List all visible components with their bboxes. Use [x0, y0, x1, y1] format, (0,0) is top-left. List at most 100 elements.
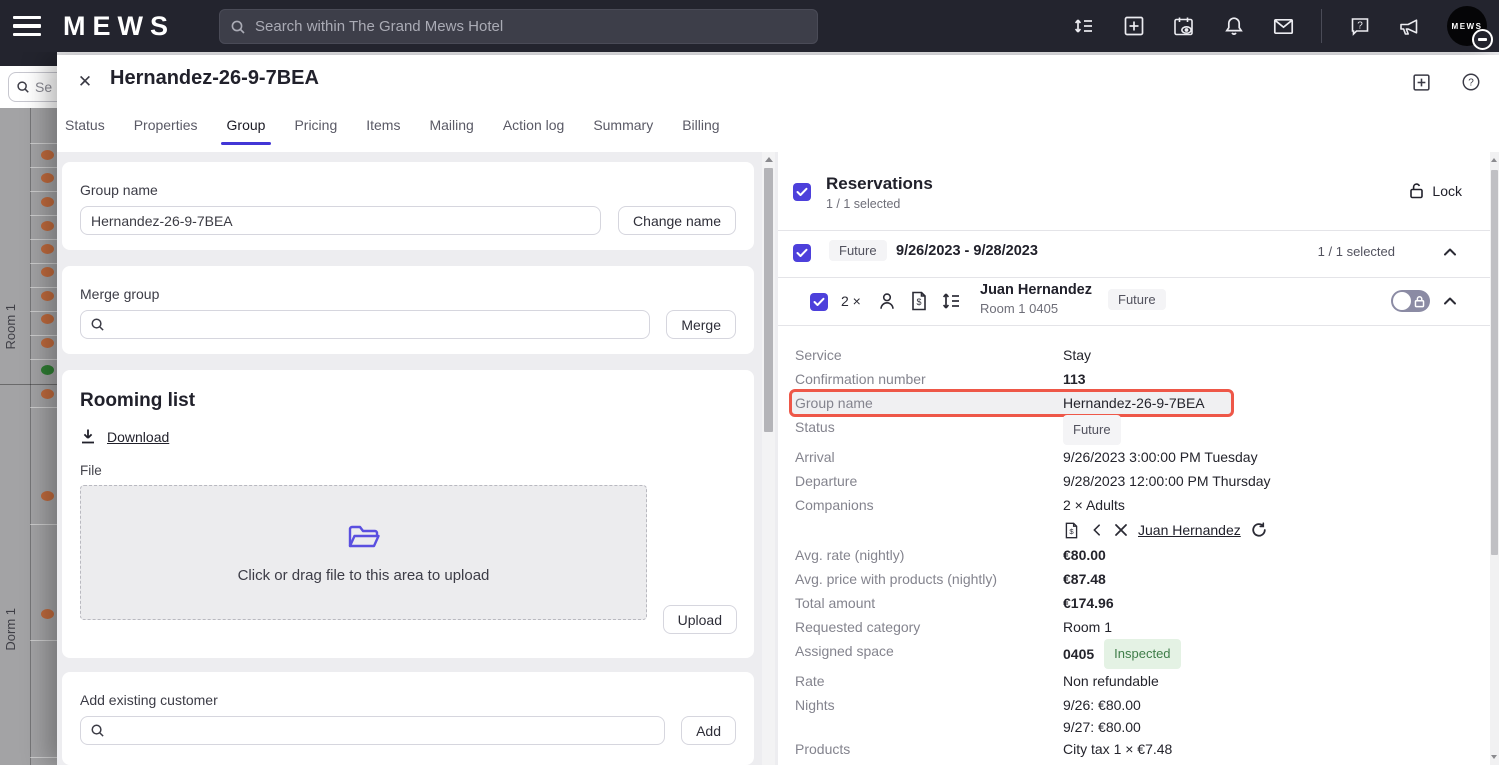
scroll-down-arrow[interactable] — [1491, 755, 1497, 759]
scrollbar-thumb[interactable] — [1491, 170, 1498, 555]
download-link[interactable]: Download — [80, 428, 169, 445]
tab-billing[interactable]: Billing — [682, 117, 719, 145]
group-row-checkbox[interactable] — [793, 244, 811, 262]
guest-name[interactable]: Juan Hernandez — [980, 282, 1092, 298]
file-dropzone[interactable]: Click or drag file to this area to uploa… — [80, 485, 647, 620]
companion-link[interactable]: Juan Hernandez — [1138, 518, 1241, 542]
rate-sort-icon[interactable] — [940, 290, 962, 317]
merge-group-label: Merge group — [80, 286, 736, 302]
detail-value: 9/26/2023 3:00:00 PM Tuesday — [1063, 445, 1258, 469]
product-line: City tax 1 × €7.48 — [1063, 737, 1172, 761]
reservation-dot[interactable] — [41, 197, 54, 207]
companion-count: 2 × — [841, 293, 861, 309]
detail-label: Status — [795, 415, 1063, 439]
reservations-selected-count: 1 / 1 selected — [826, 197, 900, 211]
tab-status[interactable]: Status — [65, 117, 105, 145]
detail-value: €80.00 — [1063, 543, 1106, 567]
left-column-scrollbar[interactable] — [762, 152, 775, 765]
reservation-checkbox[interactable] — [810, 293, 828, 311]
chevron-up-icon[interactable] — [1442, 293, 1458, 314]
reservation-dot[interactable] — [41, 338, 54, 348]
menu-icon[interactable] — [13, 16, 41, 36]
check-icon — [813, 297, 825, 307]
detail-label: Rate — [795, 669, 1063, 693]
reservation-dot[interactable] — [41, 150, 54, 160]
tab-items[interactable]: Items — [366, 117, 400, 145]
detail-label: Service — [795, 343, 1063, 367]
person-icon[interactable] — [876, 290, 898, 317]
detail-value: Hernandez-26-9-7BEA — [1063, 391, 1205, 415]
timeline-rows: Room 1 Dorm 1 — [0, 108, 57, 765]
chevron-up-icon[interactable] — [1442, 244, 1458, 265]
help-icon[interactable]: ? — [1461, 72, 1481, 92]
detail-label: Arrival — [795, 445, 1063, 469]
timeline-preview-icon[interactable] — [1171, 14, 1196, 39]
lock-toggle[interactable] — [1391, 290, 1430, 312]
add-customer-label: Add existing customer — [80, 692, 736, 708]
tab-pricing[interactable]: Pricing — [294, 117, 337, 145]
reservations-checkbox[interactable] — [793, 183, 811, 201]
detail-label: Departure — [795, 469, 1063, 493]
scrollbar-thumb[interactable] — [764, 168, 773, 432]
tab-properties[interactable]: Properties — [134, 117, 198, 145]
rooming-list-card: Rooming list Download File Click or drag… — [62, 370, 754, 658]
add-icon[interactable] — [1121, 14, 1146, 39]
reservation-dot[interactable] — [41, 491, 54, 501]
reservation-status-badge: Future — [1108, 289, 1166, 310]
reservation-dot[interactable] — [41, 609, 54, 619]
detail-value: €87.48 — [1063, 567, 1106, 591]
announcements-megaphone-icon[interactable] — [1397, 14, 1422, 39]
tab-summary[interactable]: Summary — [593, 117, 653, 145]
reservation-dot[interactable] — [41, 389, 54, 399]
timeline-underlay: Se Room 1 Dorm 1 — [0, 52, 57, 765]
reservation-dot[interactable] — [41, 244, 54, 254]
scroll-up-arrow[interactable] — [1491, 158, 1497, 162]
notifications-bell-icon[interactable] — [1221, 14, 1246, 39]
reservations-title: Reservations — [826, 174, 933, 194]
mews-logo[interactable]: MEWS — [63, 11, 175, 42]
reservation-dot[interactable] — [41, 173, 54, 183]
reservation-dot[interactable] — [41, 314, 54, 324]
chevron-left-icon[interactable] — [1090, 522, 1104, 538]
global-search-input[interactable] — [255, 18, 807, 35]
tab-action-log[interactable]: Action log — [503, 117, 564, 145]
global-search[interactable] — [219, 9, 818, 44]
billing-document-icon[interactable]: $ — [1063, 521, 1080, 540]
billing-document-icon[interactable]: $ — [909, 290, 929, 317]
merge-button[interactable]: Merge — [666, 310, 736, 339]
scroll-up-arrow[interactable] — [765, 157, 773, 162]
reservation-dot[interactable] — [41, 221, 54, 231]
lock-button[interactable]: Lock — [1409, 182, 1462, 199]
lock-icon — [1414, 295, 1425, 308]
panel-add-icon[interactable] — [1411, 72, 1431, 92]
search-icon — [230, 19, 246, 35]
upload-button[interactable]: Upload — [663, 605, 737, 634]
add-button[interactable]: Add — [681, 716, 736, 745]
help-chat-icon[interactable]: ? — [1347, 14, 1372, 39]
detail-row-assigned-space: Assigned space 0405 Inspected — [795, 639, 1475, 669]
tab-mailing[interactable]: Mailing — [429, 117, 473, 145]
detail-row-confirmation: Confirmation number 113 — [795, 367, 1475, 391]
remove-x-icon[interactable] — [1114, 523, 1128, 537]
detail-label: Companions — [795, 493, 1063, 517]
merge-group-search-input[interactable] — [80, 310, 650, 339]
group-name-input[interactable] — [80, 206, 601, 235]
reservation-dot[interactable] — [41, 291, 54, 301]
reservation-dot[interactable] — [41, 365, 54, 375]
account-avatar[interactable]: MEWS — [1447, 6, 1487, 46]
detail-label: Assigned space — [795, 639, 1063, 663]
detail-label: Confirmation number — [795, 367, 1063, 391]
row-height-icon[interactable] — [1071, 14, 1096, 39]
tab-group[interactable]: Group — [227, 117, 266, 145]
messages-mail-icon[interactable] — [1271, 14, 1296, 39]
folder-icon — [345, 521, 383, 553]
night-price: 9/27: €80.00 — [1063, 717, 1141, 737]
add-customer-search-input[interactable] — [80, 716, 665, 745]
change-name-button[interactable]: Change name — [618, 206, 736, 235]
reservations-scrollbar[interactable] — [1490, 152, 1499, 765]
close-icon[interactable]: ✕ — [74, 71, 96, 93]
reservation-dot[interactable] — [41, 267, 54, 277]
status-badge: Future — [1063, 415, 1121, 445]
refresh-icon[interactable] — [1251, 522, 1267, 538]
detail-row-requested-category: Requested category Room 1 — [795, 615, 1475, 639]
